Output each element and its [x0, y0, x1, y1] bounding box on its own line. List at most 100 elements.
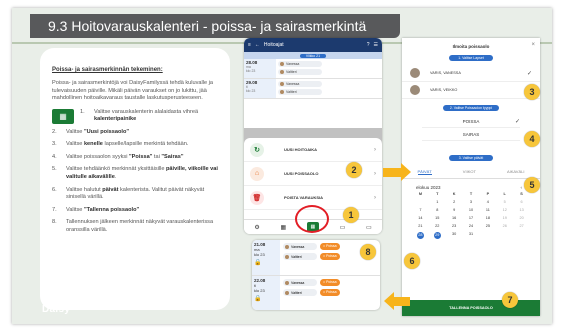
close-icon[interactable]: × — [531, 42, 535, 48]
date-mode-tab[interactable]: VIIKOT — [463, 169, 476, 175]
calendar-day[interactable]: 22 — [429, 224, 446, 228]
calendar-day[interactable]: 9 — [446, 208, 463, 212]
child-chip: Vanessa — [283, 279, 317, 286]
calendar-empty — [496, 232, 513, 239]
step-badge-4: 4 — [524, 131, 540, 147]
calendar-day[interactable]: 18 — [479, 216, 496, 220]
date-mode-tab[interactable]: AIKAVÄLI — [507, 169, 525, 175]
calendar-icon: ▦ — [52, 108, 74, 124]
absence-status-badge: ⌂ Poissa — [320, 243, 340, 250]
calendar-day[interactable]: 25 — [479, 224, 496, 228]
phone-header: ≡ ← Hoitoajat ? ☰ — [244, 38, 382, 52]
document-icon[interactable]: ▭ — [366, 224, 372, 231]
step-text-bold: "Uusi poissaolo" — [83, 128, 130, 135]
avatar — [285, 280, 289, 285]
calendar-day[interactable]: 8 — [429, 208, 446, 212]
result-day-row[interactable]: 21.08 ma klo 23 🔒 Vanessa ⌂ Poissa Valtteri ⌂ P… — [252, 240, 380, 276]
calendar-day[interactable]: 4 — [479, 200, 496, 204]
help-icon[interactable]: ? — [367, 42, 370, 48]
step-text-pre: Valitse — [66, 141, 84, 148]
child-row[interactable]: VARIS, VEIKKO✓ — [402, 82, 540, 99]
step-number: 6. — [52, 186, 57, 193]
selected-day: 29 — [433, 232, 441, 239]
day-row[interactable]: 28.08 ma klo 23 Vanessa Valtteri — [244, 59, 382, 79]
absence-type-option[interactable]: POISSA ✓ — [422, 115, 520, 128]
calendar-day[interactable]: 15 — [429, 216, 446, 220]
calendar-day[interactable]: 17 — [463, 216, 480, 220]
save-absence-button[interactable]: TALLENNA POISSAOLO — [402, 300, 540, 316]
message-icon[interactable]: ▭ — [340, 224, 346, 231]
child-name: VARIS, VEIKKO — [430, 88, 458, 92]
child-row[interactable]: VARIS, VANESSA ✓ — [402, 65, 540, 82]
calendar-day[interactable]: 24 — [463, 224, 480, 228]
step-number: 5. — [52, 166, 57, 173]
calendar-day[interactable]: 30 — [446, 232, 463, 239]
prev-month-icon[interactable]: ‹ — [520, 185, 522, 190]
calendar-day[interactable]: 12 — [496, 208, 513, 212]
menu-icon[interactable]: ≡ — [248, 42, 251, 48]
calendar-day[interactable]: 2 — [446, 200, 463, 204]
absence-status-badge: ⌂ Poissa — [320, 289, 340, 296]
day-sub: klo 23 — [254, 288, 265, 293]
weekday-header: K — [452, 192, 456, 196]
new-care-time-item[interactable]: ↻ UUSI HOITOAIKA › — [244, 138, 382, 162]
calendar-day[interactable]: 31 — [463, 232, 480, 239]
child-chip: Valtteri — [278, 69, 322, 75]
calendar-day[interactable]: 13 — [513, 208, 530, 212]
avatar — [280, 90, 284, 94]
child-name: Vanessa — [286, 82, 300, 86]
calendar-day[interactable]: 1 — [429, 200, 446, 204]
step-item: 8. Tallennuksen jälkeen merkinnät näkyvät… — [52, 219, 220, 234]
child-name: VARIS, VANESSA — [430, 71, 461, 75]
calendar-day[interactable]: 6 — [513, 200, 530, 204]
date-mode-tab[interactable]: PÄIVÄT — [417, 169, 432, 175]
lock-icon: 🔒 — [254, 260, 262, 266]
step-text-bold: "Tallenna poissaolo" — [83, 206, 140, 213]
day-row[interactable]: 29.08 ti klo 23 Vanessa Valtteri — [244, 79, 382, 99]
chevron-right-icon: › — [374, 194, 376, 201]
step-text: Valitse tehdäänkö merkinnät yksittäisill… — [66, 166, 220, 181]
calendar-day[interactable]: 7 — [412, 208, 429, 212]
calendar-day[interactable]: 23 — [446, 224, 463, 228]
absence-modal: Ilmoita poissaolo × 1. Valitse Lapset VA… — [402, 38, 540, 316]
lock-icon: 🔒 — [254, 296, 262, 302]
calendar-day[interactable]: 27 — [513, 224, 530, 228]
step-item: 2. Valitse "Uusi poissaolo" — [52, 129, 220, 137]
calendar-day[interactable]: 19 — [496, 216, 513, 220]
step-number: 3. — [52, 141, 57, 148]
day-chips: Vanessa Valtteri — [276, 79, 382, 98]
filter-icon[interactable]: ☰ — [374, 42, 378, 48]
avatar — [410, 68, 420, 78]
calendar-day[interactable]: 14 — [412, 216, 429, 220]
calendar-day[interactable]: 28 — [412, 232, 429, 239]
result-day-row[interactable]: 22.08 ti klo 23 🔒 Vanessa ⌂ Poissa Valtteri ⌂ P… — [252, 276, 380, 310]
step-number: 1. — [80, 108, 85, 115]
calendar-day[interactable]: 29 — [429, 232, 446, 239]
absence-type-option[interactable]: SAIRAS — [422, 128, 520, 141]
step-item: 7. Valitse "Tallenna poissaolo" — [52, 207, 220, 215]
child-chip: Vanessa — [278, 61, 322, 67]
avatar — [280, 70, 284, 74]
step-text: Valitse "Uusi poissaolo" — [66, 129, 129, 137]
child-name: Valtteri — [291, 290, 302, 295]
settings-icon[interactable]: ⚙ — [254, 224, 259, 231]
calendar-day[interactable]: 20 — [513, 216, 530, 220]
calendar-day[interactable]: 5 — [496, 200, 513, 204]
calendar-day[interactable]: 10 — [463, 208, 480, 212]
phone-header-title: Hoitoajat — [263, 42, 284, 48]
step-item: 6. Valitse halutut päivät kalenterista. V… — [52, 187, 220, 202]
calendar-day[interactable]: 11 — [479, 208, 496, 212]
avatar — [285, 254, 289, 259]
absence-type-label: POISSA — [462, 118, 480, 124]
calendar-day[interactable]: 26 — [496, 224, 513, 228]
calendar-day[interactable]: 3 — [463, 200, 480, 204]
calendar-day[interactable]: 16 — [446, 216, 463, 220]
calendar-day[interactable]: 21 — [412, 224, 429, 228]
calendar-view-icon[interactable]: ▦ — [280, 224, 286, 231]
back-icon[interactable]: ← — [255, 42, 260, 48]
child-name: Vanessa — [291, 280, 305, 285]
new-absence-item[interactable]: ⌂ UUSI POISSAOLO › — [244, 162, 382, 186]
step-text-post: lapselle/lapsille merkintä tehdään. — [102, 141, 189, 148]
step-text-pre: Valitse — [66, 206, 84, 213]
step-badge-2: 2 — [346, 162, 362, 178]
